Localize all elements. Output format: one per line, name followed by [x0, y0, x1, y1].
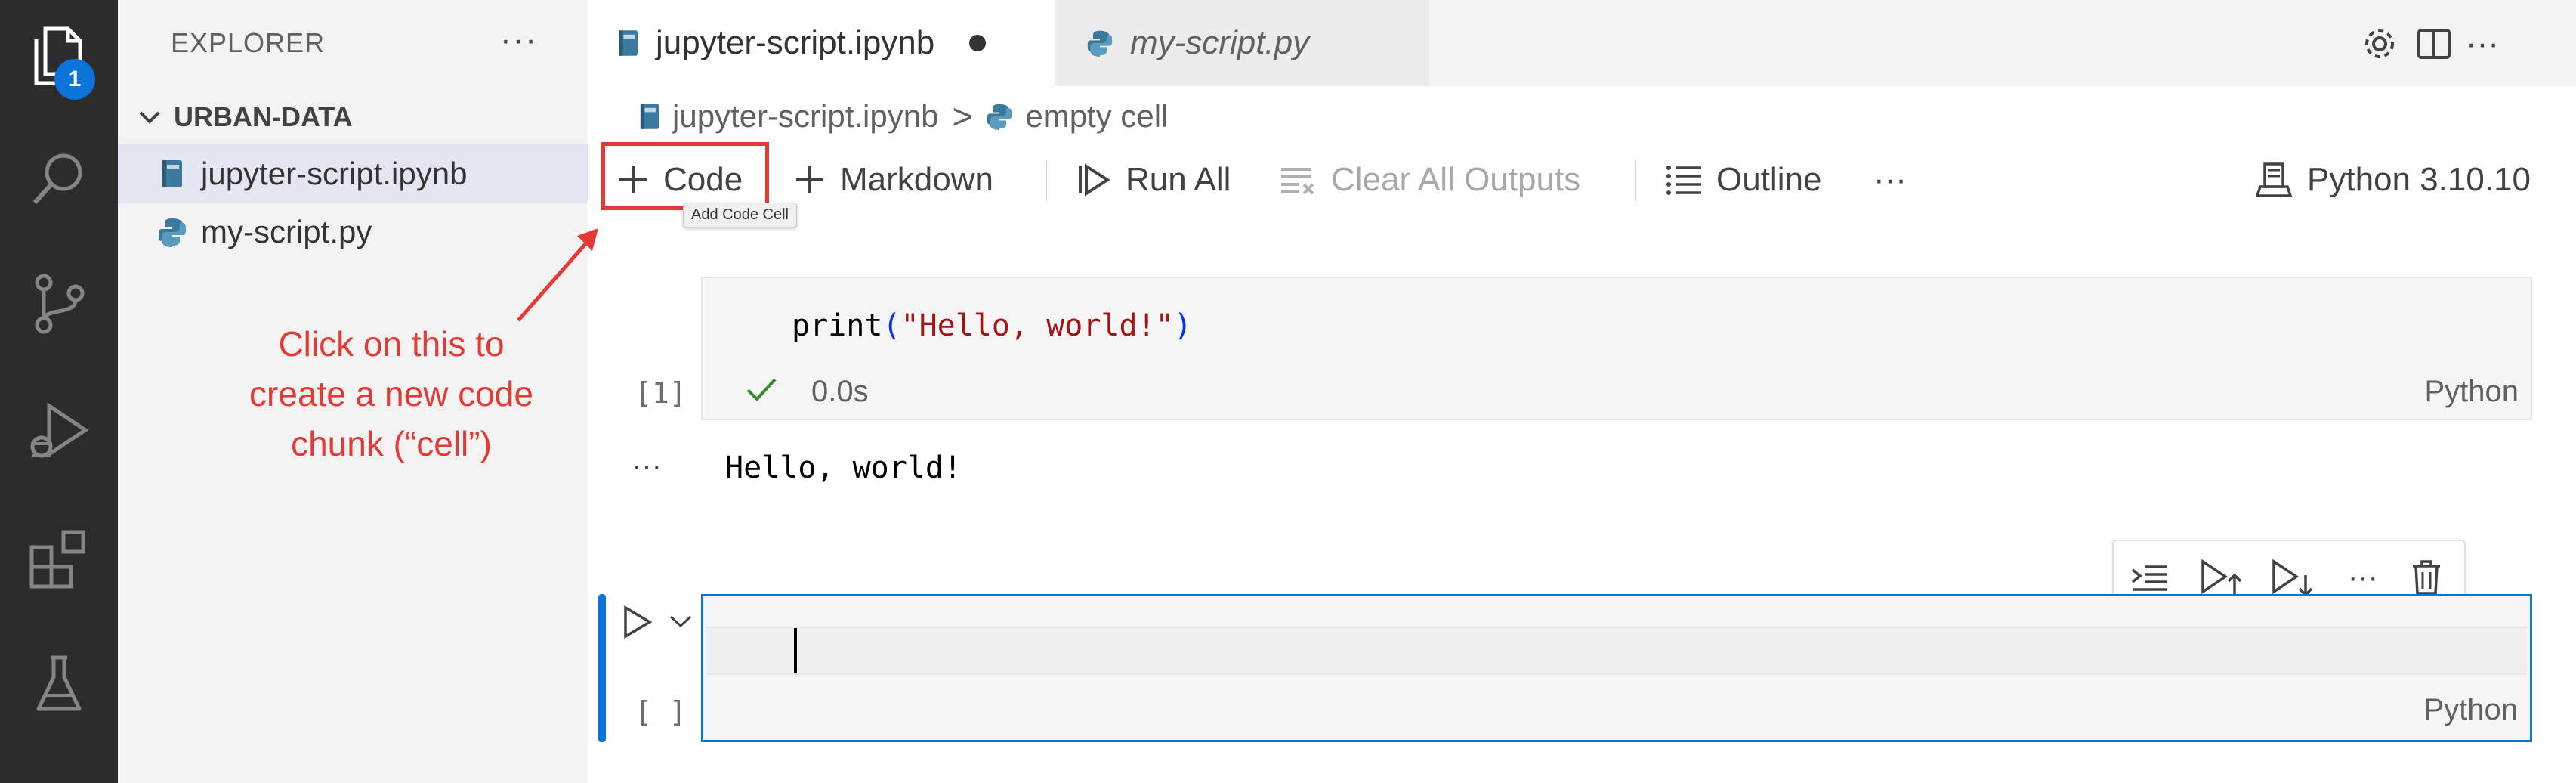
- python-icon: [157, 217, 187, 247]
- notebook-icon: [618, 29, 639, 57]
- chevron-down-icon[interactable]: [668, 612, 693, 630]
- python-icon: [986, 103, 1013, 130]
- text-cursor: [794, 628, 797, 673]
- testing-icon[interactable]: [21, 647, 97, 723]
- run-below-icon[interactable]: [2269, 556, 2315, 599]
- code-paren: ): [1173, 308, 1192, 343]
- outline-label: Outline: [1716, 161, 1822, 198]
- cell-code[interactable]: print("Hello, world!"): [792, 308, 1192, 343]
- annotation-highlight-box: [601, 142, 769, 210]
- folder-label: URBAN-DATA: [174, 101, 353, 132]
- breadcrumb-separator: >: [952, 97, 973, 136]
- chevron-down-icon: [139, 111, 160, 124]
- kernel-server-icon: [2256, 161, 2293, 199]
- notebook-icon: [157, 159, 187, 189]
- code-function: print: [792, 308, 883, 343]
- file-label: jupyter-script.ipynb: [201, 156, 468, 191]
- explorer-title: EXPLORER: [171, 27, 326, 58]
- run-all-label: Run All: [1126, 161, 1231, 198]
- split-editor-icon[interactable]: [2411, 21, 2457, 67]
- trash-icon[interactable]: [2404, 556, 2449, 599]
- add-markdown-cell-button[interactable]: Markdown: [793, 144, 993, 216]
- run-all-button[interactable]: Run All: [1076, 144, 1231, 216]
- source-control-icon[interactable]: [21, 266, 97, 342]
- more-actions-icon[interactable]: ···: [2460, 21, 2505, 67]
- file-item-jupyter-script[interactable]: jupyter-script.ipynb: [118, 144, 588, 203]
- code-string: "Hello, world!": [900, 308, 1174, 343]
- execution-count: [ ]: [635, 695, 687, 729]
- file-label: my-script.py: [201, 214, 372, 249]
- activity-bar: 1: [0, 0, 118, 783]
- plus-icon: [793, 163, 826, 197]
- cell-more-icon[interactable]: ···: [2340, 556, 2386, 599]
- annotation-line: chunk (“cell”): [291, 424, 492, 463]
- cell-focus-indicator: [598, 594, 606, 742]
- explorer-badge: 1: [54, 59, 95, 100]
- run-all-icon: [1076, 162, 1112, 198]
- code-paren: (: [882, 308, 901, 343]
- output-more-button[interactable]: ···: [632, 449, 662, 483]
- tab-my-script[interactable]: my-script.py: [1056, 0, 1429, 86]
- outline-button[interactable]: Outline: [1665, 144, 1821, 216]
- tab-label: my-script.py: [1130, 24, 1310, 61]
- cell-language[interactable]: Python: [2424, 375, 2519, 409]
- notebook-icon: [639, 102, 660, 131]
- check-icon: [745, 375, 778, 405]
- execute-above-icon[interactable]: [2127, 556, 2173, 599]
- outline-list-icon: [1665, 163, 1703, 197]
- cell-output: Hello, world!: [725, 450, 962, 485]
- kernel-label: Python 3.10.10: [2307, 161, 2531, 198]
- toolbar-separator: [1046, 160, 1047, 201]
- extensions-icon[interactable]: [21, 521, 97, 597]
- editor-tab-bar: jupyter-script.ipynb my-script.py ···: [588, 0, 2576, 86]
- cell-editor[interactable]: [706, 627, 2527, 675]
- annotation-text: Click on this to create a new code chunk…: [195, 319, 588, 469]
- breadcrumb-item[interactable]: empty cell: [1025, 98, 1168, 135]
- breadcrumb-file[interactable]: jupyter-script.ipynb: [672, 98, 938, 135]
- search-icon[interactable]: [21, 141, 97, 216]
- execution-time: 0.0s: [811, 375, 869, 408]
- gear-icon[interactable]: [2357, 21, 2402, 67]
- clear-all-icon: [1278, 163, 1317, 197]
- explorer-more-button[interactable]: ···: [500, 21, 538, 59]
- clear-outputs-button[interactable]: Clear All Outputs: [1278, 144, 1580, 216]
- run-debug-icon[interactable]: [21, 395, 97, 470]
- run-cell-icon[interactable]: [621, 603, 654, 641]
- tab-jupyter-script[interactable]: jupyter-script.ipynb: [588, 0, 1055, 86]
- run-above-icon[interactable]: [2198, 556, 2244, 599]
- code-cell-1[interactable]: print("Hello, world!") 0.0s Python: [701, 277, 2532, 420]
- toolbar-separator: [1635, 160, 1636, 201]
- kernel-picker-button[interactable]: Python 3.10.10: [2256, 144, 2531, 216]
- code-cell-2[interactable]: Python: [701, 594, 2532, 742]
- python-icon: [1086, 29, 1113, 57]
- folder-urban-data[interactable]: URBAN-DATA: [136, 98, 353, 136]
- clear-outputs-label: Clear All Outputs: [1331, 161, 1581, 198]
- execution-count: [1]: [635, 376, 687, 410]
- notebook-toolbar: Code Markdown Run All Clear All Outputs …: [588, 144, 2576, 216]
- annotation-line: create a new code: [249, 374, 533, 413]
- toolbar-more-button[interactable]: ···: [1873, 144, 1907, 216]
- add-code-tooltip: Add Code Cell: [683, 203, 797, 227]
- annotation-arrow: [517, 228, 598, 322]
- breadcrumb: jupyter-script.ipynb > empty cell: [639, 94, 1168, 139]
- unsaved-dot-icon[interactable]: [969, 35, 987, 51]
- tab-label: jupyter-script.ipynb: [656, 24, 935, 61]
- cell-language[interactable]: Python: [2423, 693, 2518, 727]
- add-markdown-label: Markdown: [840, 161, 993, 198]
